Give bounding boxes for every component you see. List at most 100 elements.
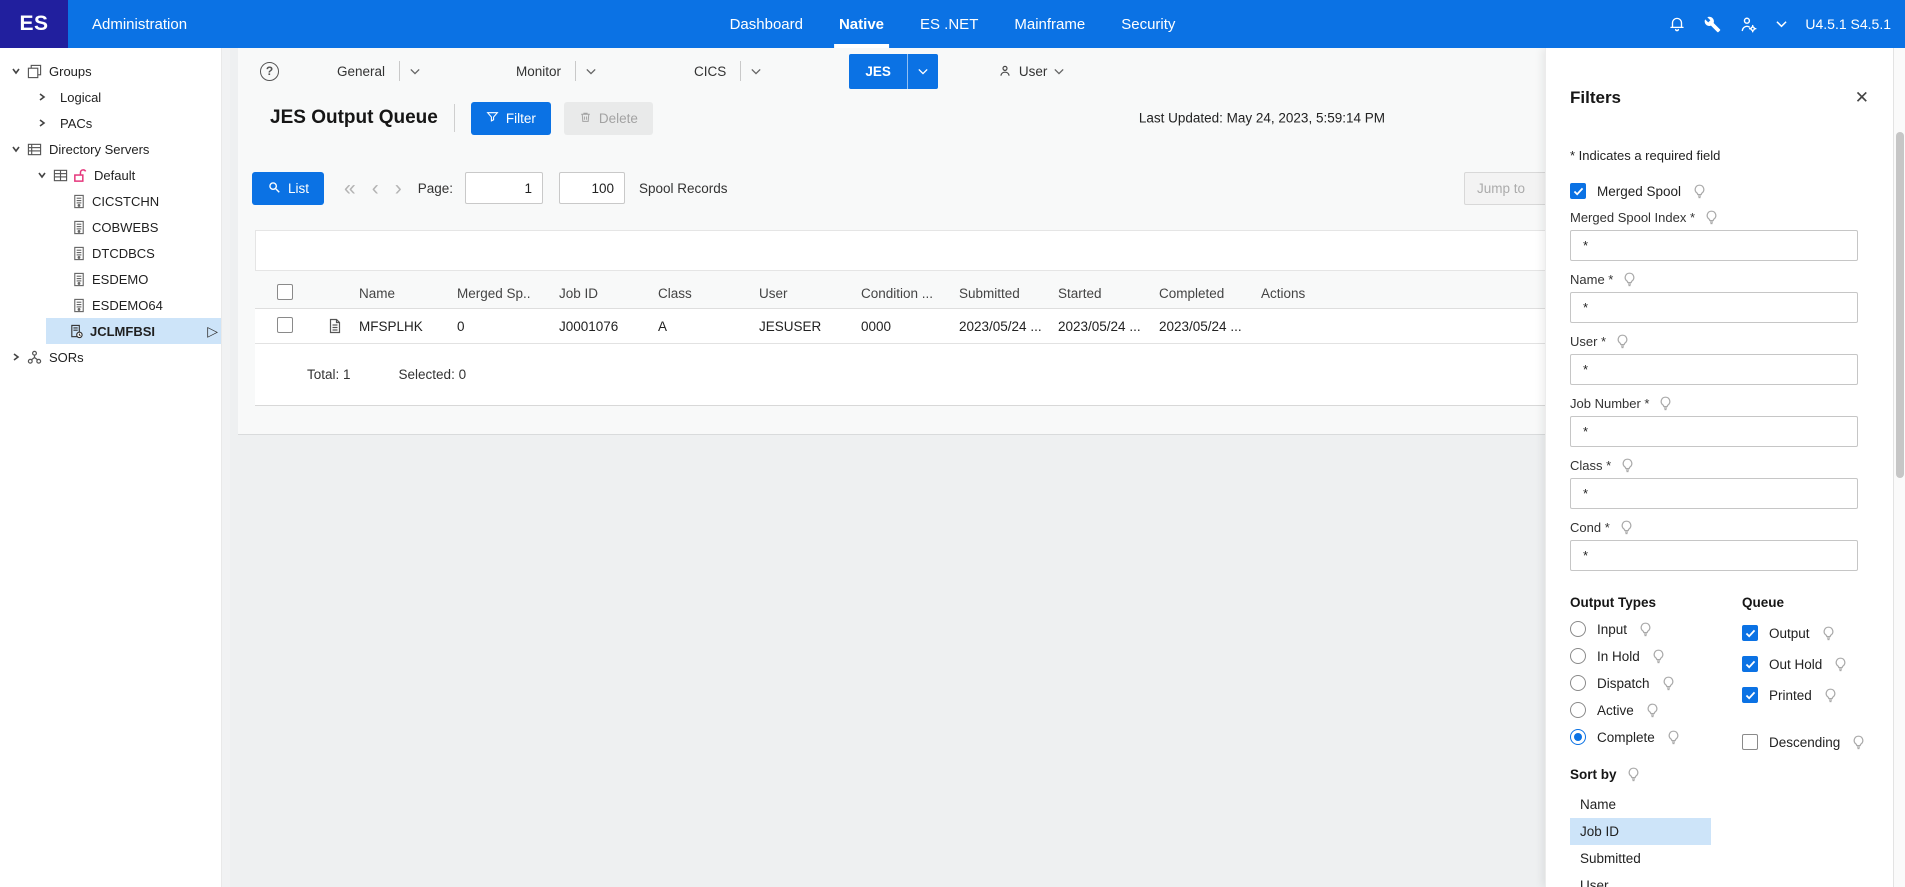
nav-tab-mainframe[interactable]: Mainframe <box>1014 0 1085 48</box>
window-scrollbar[interactable] <box>1893 48 1905 887</box>
name-filter-input[interactable] <box>1570 292 1858 323</box>
radio-selected-icon[interactable] <box>1570 729 1586 745</box>
hint-bulb-icon[interactable] <box>1823 687 1838 703</box>
hint-bulb-icon[interactable] <box>1645 702 1660 718</box>
column-header-class[interactable]: Class <box>658 286 759 301</box>
column-header-merged-spool[interactable]: Merged Sp.. <box>457 286 559 301</box>
select-all-checkbox[interactable] <box>277 284 293 300</box>
tab-jes-active[interactable]: JES <box>849 53 938 89</box>
tree-item-dtcdbcs[interactable]: DTCDBCS <box>0 240 230 266</box>
filter-button[interactable]: Filter <box>470 101 551 135</box>
queue-option-output[interactable]: Output <box>1742 625 1869 641</box>
nav-tab-security[interactable]: Security <box>1121 0 1175 48</box>
nav-tab-native[interactable]: Native <box>833 0 890 48</box>
chevron-down-icon[interactable] <box>908 68 938 75</box>
hint-bulb-icon[interactable] <box>1851 734 1866 750</box>
column-header-name[interactable]: Name <box>359 286 457 301</box>
column-header-submitted[interactable]: Submitted <box>959 286 1058 301</box>
job-number-filter-input[interactable] <box>1570 416 1858 447</box>
descending-option[interactable]: Descending <box>1742 734 1869 750</box>
delete-button[interactable]: Delete <box>563 101 653 135</box>
user-account-icon[interactable] <box>1739 15 1758 34</box>
radio-icon[interactable] <box>1570 702 1586 718</box>
row-checkbox[interactable] <box>277 316 293 333</box>
tree-item-pacs[interactable]: PACs <box>0 110 230 136</box>
hint-bulb-icon[interactable] <box>1620 457 1635 473</box>
notifications-bell-icon[interactable] <box>1668 15 1686 33</box>
chevron-down-icon[interactable] <box>8 63 24 79</box>
hint-bulb-icon[interactable] <box>1833 656 1848 672</box>
next-page-icon[interactable]: › <box>395 178 402 199</box>
admin-tools-wrench-icon[interactable] <box>1704 16 1721 33</box>
radio-option-in-hold[interactable]: In Hold <box>1570 648 1742 664</box>
radio-option-complete[interactable]: Complete <box>1570 729 1742 745</box>
class-filter-input[interactable] <box>1570 478 1858 509</box>
radio-option-active[interactable]: Active <box>1570 702 1742 718</box>
hint-bulb-icon[interactable] <box>1626 766 1641 782</box>
radio-option-dispatch[interactable]: Dispatch <box>1570 675 1742 691</box>
radio-option-input[interactable]: Input <box>1570 621 1742 637</box>
merged-spool-checkbox[interactable] <box>1570 183 1586 199</box>
tab-user[interactable]: User <box>998 53 1065 89</box>
chevron-down-icon[interactable] <box>1054 68 1064 75</box>
tree-item-cicstchn[interactable]: CICSTCHN <box>0 188 230 214</box>
column-header-completed[interactable]: Completed <box>1159 286 1261 301</box>
hint-bulb-icon[interactable] <box>1622 271 1637 287</box>
chevron-right-icon[interactable] <box>34 115 50 131</box>
hint-bulb-icon[interactable] <box>1692 183 1707 199</box>
column-header-started[interactable]: Started <box>1058 286 1159 301</box>
hint-bulb-icon[interactable] <box>1666 729 1681 745</box>
hint-bulb-icon[interactable] <box>1658 395 1673 411</box>
tree-item-esdemo[interactable]: ESDEMO <box>0 266 230 292</box>
hint-bulb-icon[interactable] <box>1651 648 1666 664</box>
tree-item-groups[interactable]: Groups <box>0 58 230 84</box>
table-row[interactable]: MFSPLHK 0 J0001076 A JESUSER 0000 2023/0… <box>255 309 1558 344</box>
first-page-icon[interactable]: « <box>344 178 356 199</box>
chevron-down-icon[interactable] <box>586 68 596 75</box>
nav-tab-es-net[interactable]: ES .NET <box>920 0 978 48</box>
chevron-down-icon[interactable] <box>751 68 761 75</box>
checkbox-checked-icon[interactable] <box>1742 656 1758 672</box>
hint-bulb-icon[interactable] <box>1704 209 1719 225</box>
start-region-play-icon[interactable]: ▷ <box>207 323 218 340</box>
checkbox-checked-icon[interactable] <box>1742 687 1758 703</box>
hint-bulb-icon[interactable] <box>1661 675 1676 691</box>
column-header-user[interactable]: User <box>759 286 861 301</box>
column-header-condition[interactable]: Condition ... <box>861 286 959 301</box>
queue-option-printed[interactable]: Printed <box>1742 687 1869 703</box>
hint-bulb-icon[interactable] <box>1615 333 1630 349</box>
sort-option-submitted[interactable]: Submitted <box>1570 845 1711 872</box>
previous-page-icon[interactable]: ‹ <box>372 178 379 199</box>
checkbox-unchecked-icon[interactable] <box>1742 734 1758 750</box>
chevron-right-icon[interactable] <box>34 89 50 105</box>
tree-item-jclmfbsi[interactable]: JCLMFBSI ▷ <box>46 318 224 344</box>
checkbox-checked-icon[interactable] <box>1742 625 1758 641</box>
page-size-input[interactable] <box>558 172 625 204</box>
hint-bulb-icon[interactable] <box>1638 621 1653 637</box>
close-icon[interactable]: ✕ <box>1855 88 1869 108</box>
help-icon[interactable]: ? <box>260 61 279 81</box>
queue-option-out-hold[interactable]: Out Hold <box>1742 656 1869 672</box>
chevron-down-icon[interactable] <box>8 141 24 157</box>
hint-bulb-icon[interactable] <box>1619 519 1634 535</box>
user-filter-input[interactable] <box>1570 354 1858 385</box>
sort-option-user[interactable]: User <box>1570 872 1711 887</box>
sidebar-scrollbar[interactable] <box>221 48 230 887</box>
radio-icon[interactable] <box>1570 675 1586 691</box>
chevron-right-icon[interactable] <box>8 349 24 365</box>
tab-monitor[interactable]: Monitor <box>516 53 596 89</box>
tree-item-default[interactable]: Default <box>0 162 230 188</box>
chevron-down-icon[interactable] <box>34 167 50 183</box>
list-button[interactable]: List <box>252 171 325 205</box>
tree-item-logical[interactable]: Logical <box>0 84 230 110</box>
sort-option-name[interactable]: Name <box>1570 791 1711 818</box>
radio-icon[interactable] <box>1570 621 1586 637</box>
sort-option-job-id[interactable]: Job ID <box>1570 818 1711 845</box>
nav-tab-dashboard[interactable]: Dashboard <box>730 0 803 48</box>
account-chevron-down-icon[interactable] <box>1776 20 1787 28</box>
radio-icon[interactable] <box>1570 648 1586 664</box>
scrollbar-thumb[interactable] <box>1896 132 1904 478</box>
tab-general[interactable]: General <box>337 53 420 89</box>
cond-filter-input[interactable] <box>1570 540 1858 571</box>
column-header-job-id[interactable]: Job ID <box>559 286 658 301</box>
